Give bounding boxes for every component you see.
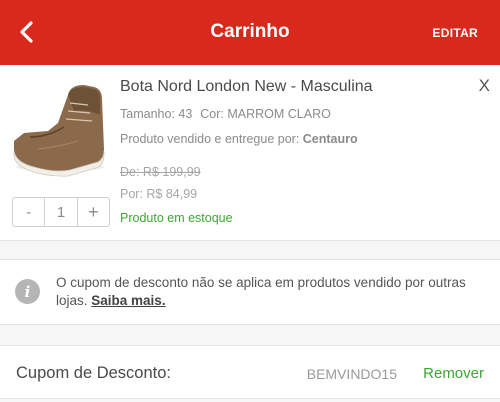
seller-prefix: Produto vendido e entregue por: bbox=[120, 132, 300, 146]
cart-item: Bota Nord London New - Masculina X Taman… bbox=[0, 65, 500, 241]
product-image[interactable] bbox=[8, 75, 112, 179]
stock-status: Produto em estoque bbox=[120, 211, 233, 225]
edit-button[interactable]: EDITAR bbox=[432, 26, 478, 40]
info-icon: i bbox=[15, 279, 40, 304]
learn-more-link[interactable]: Saiba mais. bbox=[91, 293, 165, 308]
product-color: Cor: MARROM CLARO bbox=[200, 107, 331, 121]
coupon-label: Cupom de Desconto: bbox=[16, 364, 172, 382]
seller-info: Produto vendido e entregue por: Centauro bbox=[120, 132, 358, 146]
coupon-row: Cupom de Desconto: BEMVINDO15 Remover bbox=[0, 345, 500, 399]
decrease-quantity-button[interactable]: - bbox=[13, 198, 46, 226]
quantity-stepper: - 1 + bbox=[12, 197, 110, 227]
coupon-code: BEMVINDO15 bbox=[306, 366, 397, 382]
quantity-value: 1 bbox=[56, 203, 66, 221]
coupon-notice: i O cupom de desconto não se aplica em p… bbox=[0, 259, 500, 325]
seller-name: Centauro bbox=[302, 132, 358, 146]
increase-quantity-button[interactable]: + bbox=[76, 198, 109, 226]
page-title: Carrinho bbox=[210, 21, 290, 42]
app-header: Carrinho EDITAR bbox=[0, 0, 500, 65]
product-attributes: Tamanho: 43 Cor: MARROM CLARO bbox=[120, 107, 331, 121]
remove-coupon-button[interactable]: Remover bbox=[423, 365, 484, 382]
remove-item-button[interactable]: X bbox=[479, 76, 490, 96]
sale-price: Por: R$ 84,99 bbox=[120, 187, 198, 201]
original-price: De: R$ 199,99 bbox=[120, 165, 201, 179]
product-size: Tamanho: 43 bbox=[120, 107, 193, 121]
notice-text: O cupom de desconto não se aplica em pro… bbox=[56, 274, 486, 310]
product-name[interactable]: Bota Nord London New - Masculina bbox=[120, 78, 373, 96]
